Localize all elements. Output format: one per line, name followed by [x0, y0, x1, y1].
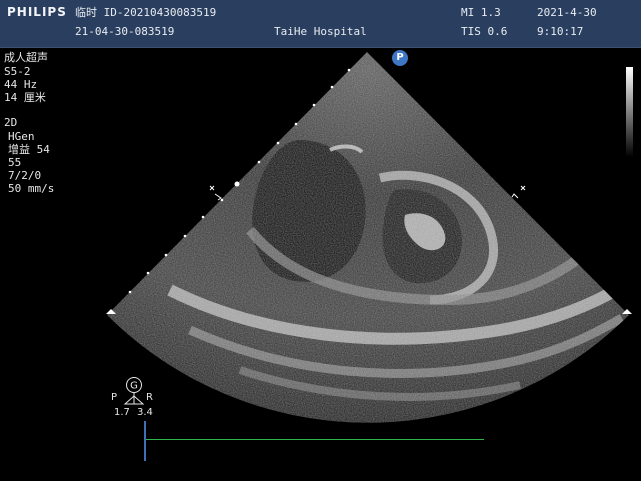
- probe-label: S5-2: [4, 65, 31, 78]
- orientation-marker: P: [392, 50, 408, 66]
- p-label: P: [111, 392, 117, 403]
- value-right: 3.4: [137, 407, 153, 418]
- g-label: G: [130, 381, 138, 392]
- orientation-icon: G P R 1.7 3.4: [111, 377, 153, 418]
- value-left: 1.7: [114, 407, 130, 418]
- depth-label: 14 厘米: [4, 91, 46, 104]
- mmode-time-line: [146, 439, 484, 440]
- frame-rate: 44 Hz: [4, 78, 38, 91]
- r-label: R: [146, 392, 153, 403]
- gain-label: 增益 54: [8, 143, 50, 156]
- ultrasound-image: [106, 52, 632, 423]
- section-label: 2D: [4, 116, 18, 129]
- sweep-speed-label: 50 mm/s: [8, 182, 55, 195]
- mode-label: 成人超声: [4, 51, 48, 64]
- harmonic-label: HGen: [8, 130, 35, 143]
- persistence-label: 7/2/0: [8, 169, 42, 182]
- compression-label: 55: [8, 156, 22, 169]
- sector-scan: [107, 52, 629, 423]
- depth-scale-line: [144, 421, 146, 461]
- grayscale-bar: [626, 67, 633, 157]
